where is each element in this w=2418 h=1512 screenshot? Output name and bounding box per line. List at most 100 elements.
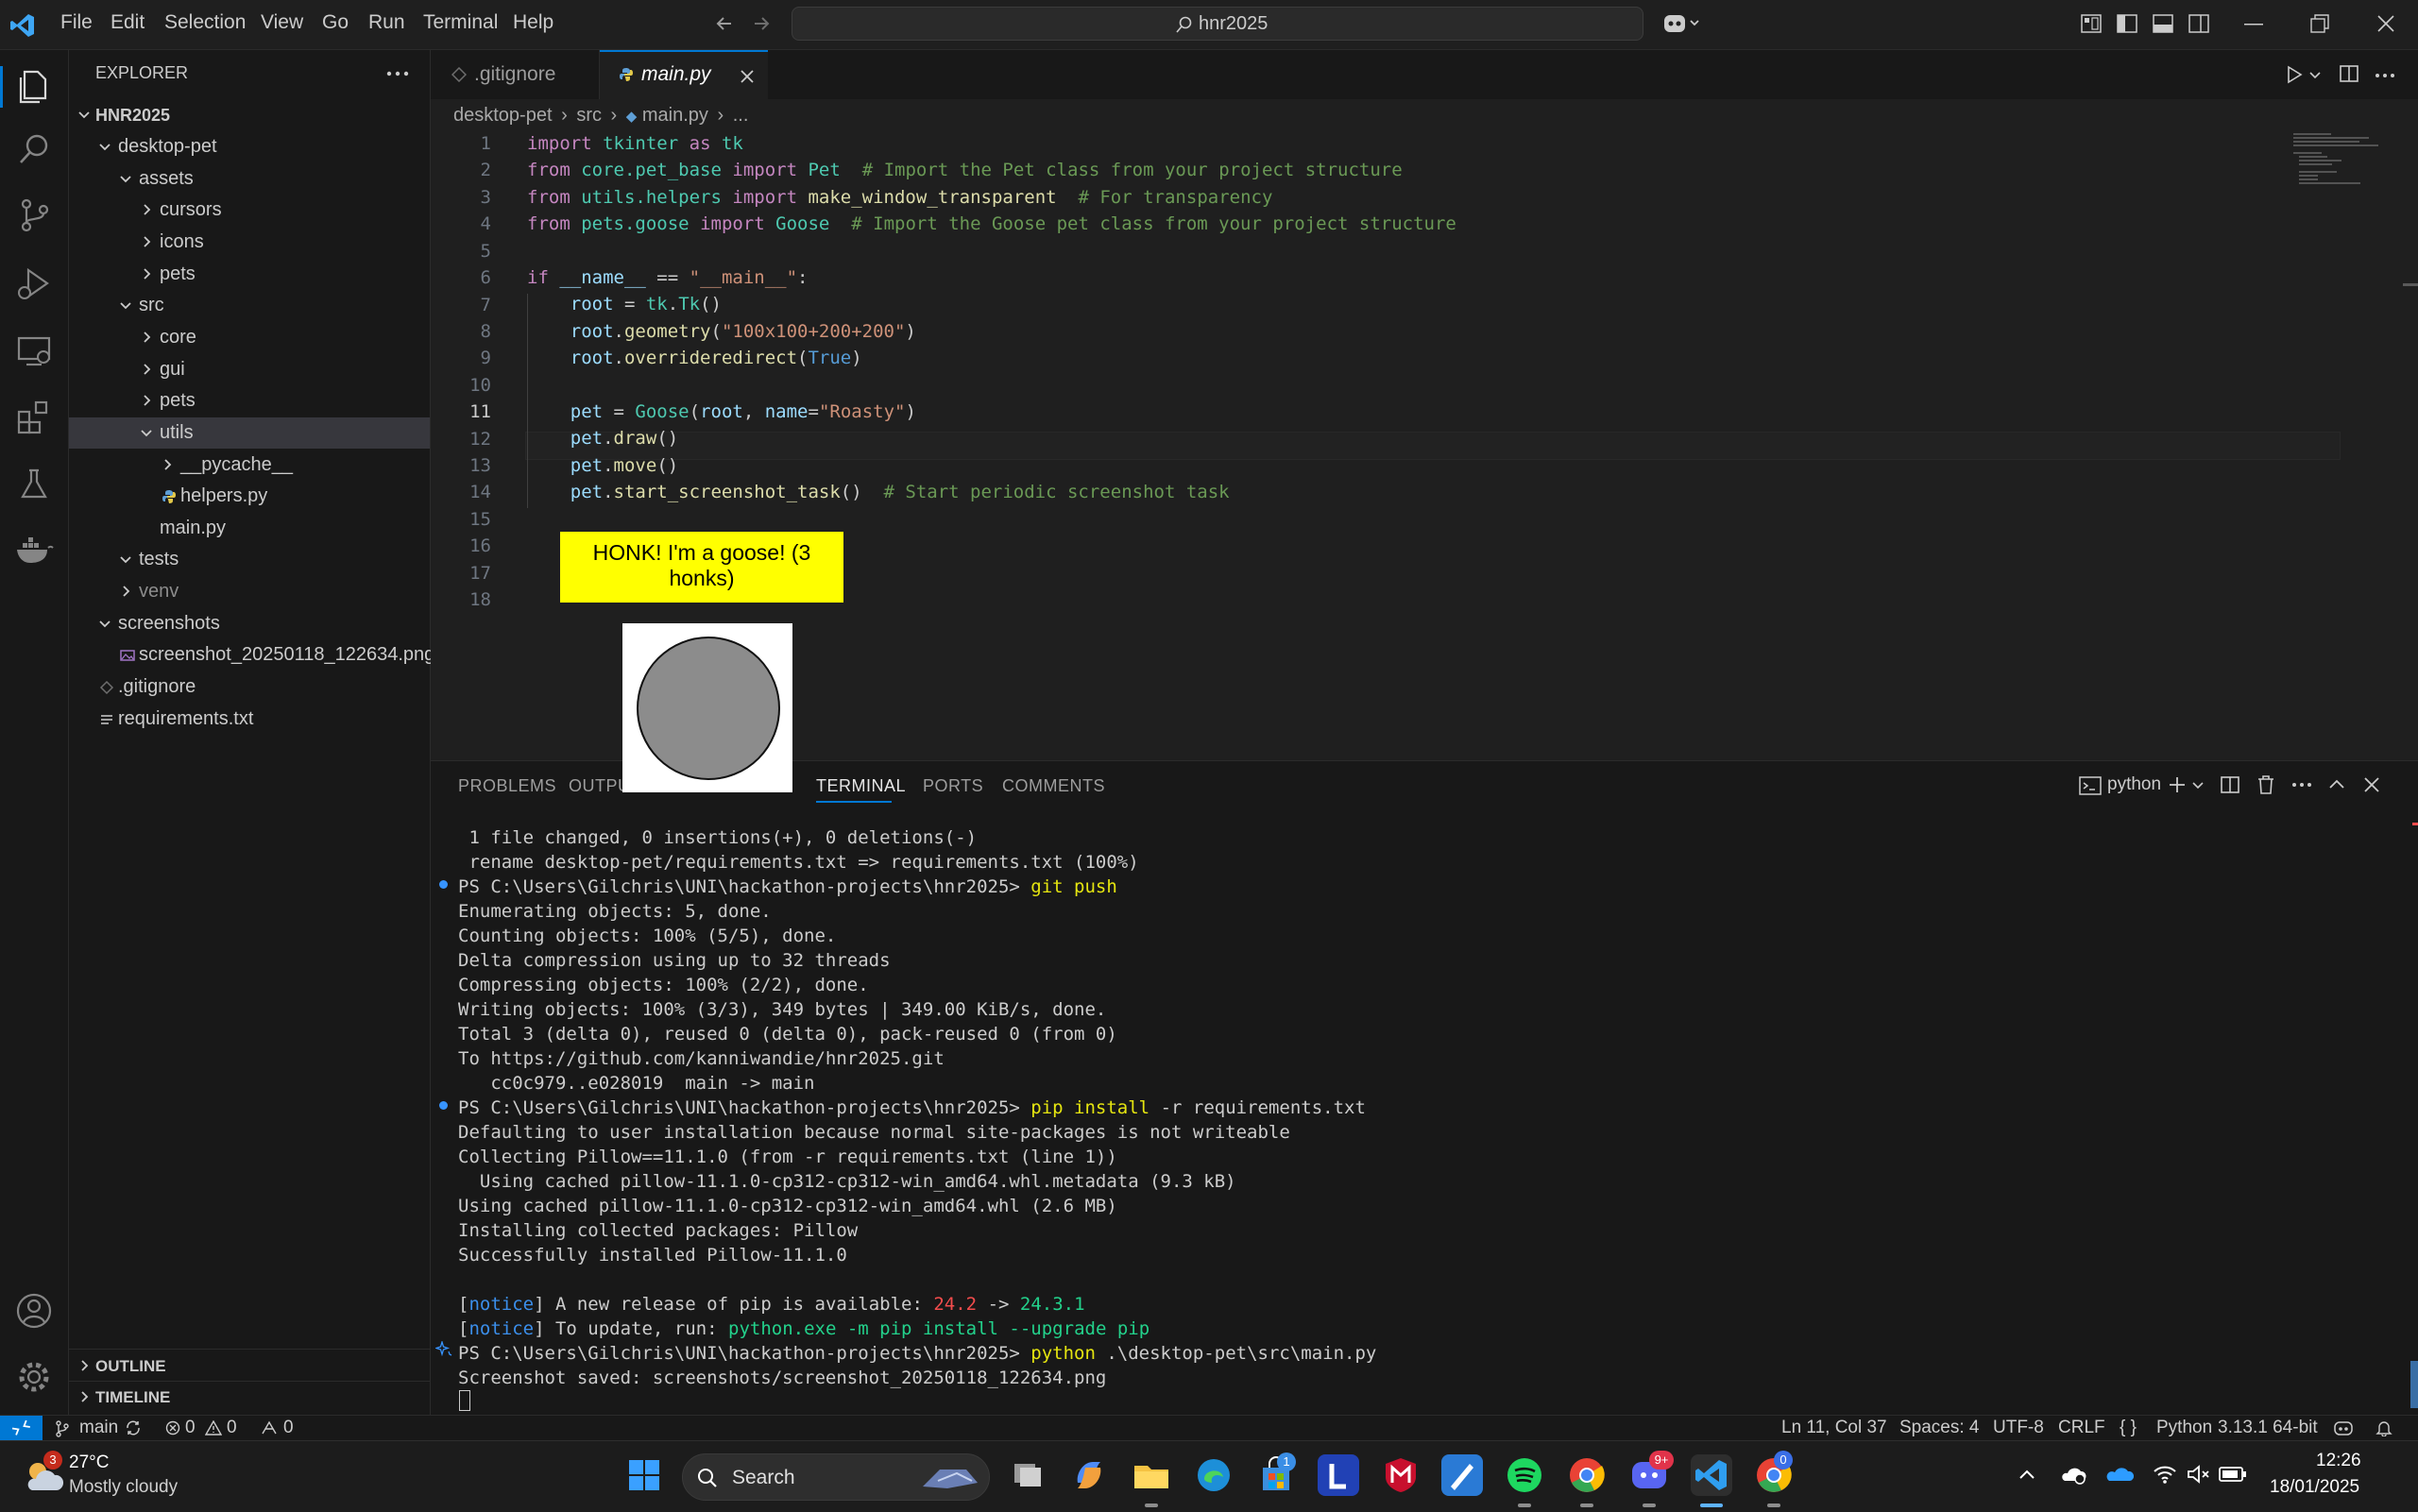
l-app-icon[interactable]: [1318, 1454, 1359, 1496]
tree-item[interactable]: core: [69, 322, 430, 353]
tab-gitignore[interactable]: .gitignore: [431, 50, 600, 99]
testing-icon[interactable]: [13, 463, 55, 504]
tree-item[interactable]: pets: [69, 385, 430, 416]
tab-main-py[interactable]: main.py: [600, 50, 768, 99]
end-of-line[interactable]: CRLF: [2058, 1418, 2105, 1438]
onedrive-sync-icon[interactable]: [2059, 1464, 2087, 1485]
indentation[interactable]: Spaces: 4: [1899, 1418, 1980, 1438]
warning-count[interactable]: 0: [227, 1418, 237, 1438]
docker-icon[interactable]: [13, 529, 55, 570]
tab-terminal[interactable]: TERMINAL: [816, 776, 906, 796]
chevron-down-icon[interactable]: [2191, 781, 2205, 790]
command-center-search[interactable]: hnr2025: [792, 7, 1643, 41]
remote-explorer-icon[interactable]: [13, 331, 55, 372]
remote-indicator[interactable]: [0, 1416, 43, 1440]
terminal-name[interactable]: python: [2107, 774, 2161, 795]
clock-date[interactable]: 18/01/2025: [2270, 1477, 2359, 1498]
error-count[interactable]: 0: [185, 1418, 196, 1438]
breadcrumb-item[interactable]: desktop-pet: [453, 105, 553, 126]
close-icon[interactable]: [2376, 14, 2395, 33]
tree-item[interactable]: pets: [69, 259, 430, 290]
git-branch[interactable]: main: [79, 1418, 118, 1438]
arrow-right-icon[interactable]: [751, 13, 772, 34]
tree-item[interactable]: screenshot_20250118_122634.png: [69, 639, 434, 671]
breadcrumb-item[interactable]: src: [576, 105, 602, 126]
copilot-icon[interactable]: [1662, 11, 1702, 36]
search-icon[interactable]: [13, 128, 55, 170]
tree-item[interactable]: icons: [69, 227, 430, 258]
show-hidden-icons-chevron-icon[interactable]: [2018, 1468, 2036, 1481]
tree-item[interactable]: helpers.py: [69, 481, 430, 512]
task-view-icon[interactable]: [1007, 1454, 1048, 1496]
breadcrumb-item[interactable]: main.py: [642, 105, 708, 126]
arrow-left-icon[interactable]: [714, 13, 735, 34]
python-interpreter[interactable]: 3.13.1 64-bit: [2218, 1418, 2318, 1438]
tree-item[interactable]: venv: [69, 576, 430, 607]
tree-item[interactable]: utils: [69, 417, 430, 449]
more-actions-icon[interactable]: [386, 71, 409, 76]
ports-count[interactable]: 0: [283, 1418, 294, 1438]
tree-item[interactable]: .gitignore: [69, 671, 430, 703]
spotify-icon[interactable]: [1504, 1454, 1545, 1496]
split-editor-icon[interactable]: [2339, 63, 2359, 84]
customize-layout-icon[interactable]: [2081, 14, 2102, 33]
more-actions-icon[interactable]: [2291, 782, 2312, 788]
language-mode[interactable]: Python: [2156, 1418, 2212, 1438]
command-decoration-icon[interactable]: [439, 880, 448, 889]
explorer-icon[interactable]: [13, 66, 55, 108]
run-debug-icon[interactable]: [13, 263, 55, 304]
menu-help[interactable]: Help: [513, 11, 553, 34]
draw-app-icon[interactable]: [1441, 1454, 1483, 1496]
maximize-panel-icon[interactable]: [2327, 776, 2346, 791]
windows-start-icon[interactable]: [623, 1454, 665, 1496]
source-control-icon[interactable]: [13, 195, 55, 236]
encoding[interactable]: UTF-8: [1993, 1418, 2044, 1438]
minimap[interactable]: [2291, 131, 2405, 188]
vscode-taskbar-icon[interactable]: [1691, 1454, 1732, 1496]
more-actions-icon[interactable]: [2375, 73, 2395, 78]
file-explorer-icon[interactable]: [1131, 1454, 1172, 1496]
settings-gear-icon[interactable]: [13, 1356, 55, 1398]
menu-go[interactable]: Go: [322, 11, 349, 34]
tree-item[interactable]: desktop-pet: [69, 131, 430, 162]
edge-icon[interactable]: [1193, 1454, 1235, 1496]
split-terminal-icon[interactable]: [2220, 774, 2240, 795]
tree-item[interactable]: screenshots: [69, 608, 430, 639]
menu-view[interactable]: View: [261, 11, 303, 34]
copilot-app-icon[interactable]: [1068, 1454, 1110, 1496]
tab-ports[interactable]: PORTS: [923, 776, 983, 796]
weather-desc[interactable]: Mostly cloudy: [69, 1477, 178, 1498]
minimize-icon[interactable]: [2244, 24, 2263, 25]
tab-problems[interactable]: PROBLEMS: [458, 776, 556, 796]
mcafee-icon[interactable]: [1380, 1454, 1422, 1496]
restore-icon[interactable]: [2310, 14, 2329, 33]
weather-temp[interactable]: 27°C: [69, 1453, 109, 1473]
tree-item[interactable]: src: [69, 290, 430, 321]
cursor-position[interactable]: Ln 11, Col 37: [1781, 1418, 1887, 1438]
chrome-icon[interactable]: [1566, 1454, 1608, 1496]
onedrive-icon[interactable]: [2105, 1464, 2134, 1485]
menu-file[interactable]: File: [60, 11, 93, 34]
sparkle-decoration-icon[interactable]: [435, 1341, 452, 1358]
wifi-icon[interactable]: [2153, 1464, 2177, 1485]
menu-selection[interactable]: Selection: [164, 11, 246, 34]
tree-item[interactable]: main.py: [69, 513, 430, 544]
run-python-file-icon[interactable]: [2284, 64, 2305, 85]
sync-icon[interactable]: [125, 1419, 142, 1436]
tab-comments[interactable]: COMMENTS: [1002, 776, 1105, 796]
volume-muted-icon[interactable]: [2186, 1464, 2210, 1485]
tree-item[interactable]: assets: [69, 163, 430, 195]
close-tab-icon[interactable]: [740, 69, 755, 84]
timeline-section[interactable]: TIMELINE: [69, 1382, 430, 1413]
menu-edit[interactable]: Edit: [111, 11, 145, 34]
menu-run[interactable]: Run: [368, 11, 405, 34]
tree-item[interactable]: requirements.txt: [69, 704, 430, 735]
command-decoration-icon[interactable]: [439, 1101, 448, 1110]
goose-pet-window[interactable]: [622, 623, 792, 792]
close-panel-icon[interactable]: [2362, 775, 2381, 794]
trash-icon[interactable]: [2256, 774, 2276, 795]
tree-item[interactable]: gui: [69, 354, 430, 385]
bell-icon[interactable]: [2375, 1419, 2392, 1436]
new-terminal-icon[interactable]: [2167, 774, 2188, 795]
tree-item[interactable]: cursors: [69, 195, 430, 226]
